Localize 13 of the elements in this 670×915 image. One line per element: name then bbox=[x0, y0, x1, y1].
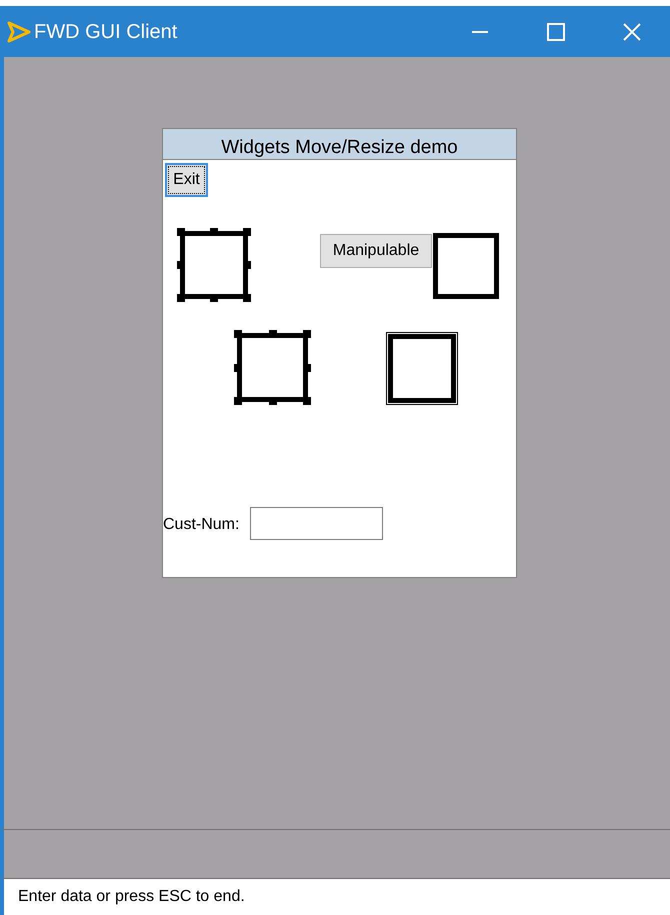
frame-title: Widgets Move/Resize demo bbox=[163, 129, 516, 160]
window-title: FWD GUI Client bbox=[34, 20, 178, 44]
cust-num-label: Cust-Num: bbox=[163, 515, 240, 535]
status-message: Enter data or press ESC to end. bbox=[18, 887, 245, 907]
minimize-icon bbox=[472, 30, 488, 32]
close-icon bbox=[623, 22, 641, 40]
selected-rectangle[interactable] bbox=[234, 330, 311, 405]
selected-rectangle[interactable] bbox=[177, 228, 251, 302]
manipulable-button[interactable]: Manipulable bbox=[320, 234, 432, 268]
cust-num-field[interactable] bbox=[250, 507, 383, 540]
exit-button[interactable]: Exit bbox=[165, 163, 208, 197]
play-logo-icon bbox=[6, 20, 32, 44]
maximize-icon bbox=[547, 22, 565, 40]
